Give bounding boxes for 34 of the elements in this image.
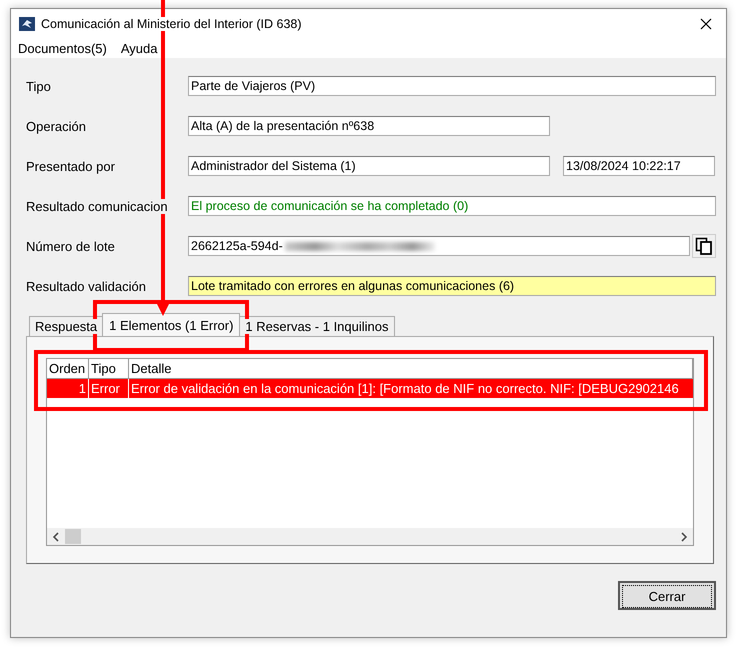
tab[interactable]: 1 Elementos (1 Error) — [102, 313, 240, 336]
menu-item[interactable]: Ayuda — [120, 40, 158, 56]
field-label: Resultado validación — [26, 278, 146, 294]
column-header[interactable]: Tipo — [89, 359, 129, 378]
field-label: Operación — [26, 118, 86, 134]
text-field[interactable]: Administrador del Sistema (1) — [188, 156, 550, 176]
column-header[interactable]: Orden — [47, 359, 89, 378]
text-field[interactable]: Alta (A) de la presentación nº638 — [188, 116, 550, 136]
text-field[interactable]: Parte de Viajeros (PV) — [188, 76, 716, 96]
table-cell-text: Error de validación en la comunicación [1]: [Formato de NIF no correcto. NIF: [DEBUG2902146 — [130, 380, 680, 398]
date-field[interactable]: 13/08/2024 10:22:17 — [563, 156, 715, 176]
close-icon[interactable] — [700, 18, 712, 30]
window-title: Comunicación al Ministerio del Interior (ID 638) — [41, 16, 302, 30]
close-button[interactable]: Cerrar — [618, 581, 716, 610]
scroll-left-icon[interactable] — [52, 532, 60, 542]
scroll-right-icon[interactable] — [680, 532, 688, 542]
table-cell: 1 — [47, 379, 89, 398]
horizontal-scrollbar[interactable] — [47, 528, 693, 545]
text-field[interactable]: 2662125a-594d- — [188, 236, 690, 256]
tab[interactable]: 1 Reservas - 1 Inquilinos — [239, 316, 394, 336]
app-icon — [19, 16, 35, 32]
menu-item[interactable]: Documentos(5) — [18, 40, 107, 56]
grid-row[interactable]: 1 Error Error de validación en la comunicación [1]: [Formato de NIF no correcto. NIF: [DEBUG2902146 — [47, 379, 693, 398]
field-label: Tipo — [26, 78, 51, 94]
table-cell: Error — [89, 379, 129, 398]
scroll-thumb[interactable] — [65, 529, 81, 544]
field-label: Número de lote — [26, 238, 115, 254]
field-label: Resultado comunicacion — [26, 198, 168, 214]
tab[interactable]: Respuesta — [29, 316, 104, 336]
copy-button[interactable] — [692, 234, 716, 258]
field-label: Presentado por — [26, 158, 115, 174]
column-header[interactable]: Detalle — [129, 359, 693, 378]
text-field[interactable]: Lote tramitado con errores en algunas comunicaciones (6) — [188, 276, 716, 296]
text-field[interactable]: El proceso de comunicación se ha completado (0) — [188, 196, 716, 216]
